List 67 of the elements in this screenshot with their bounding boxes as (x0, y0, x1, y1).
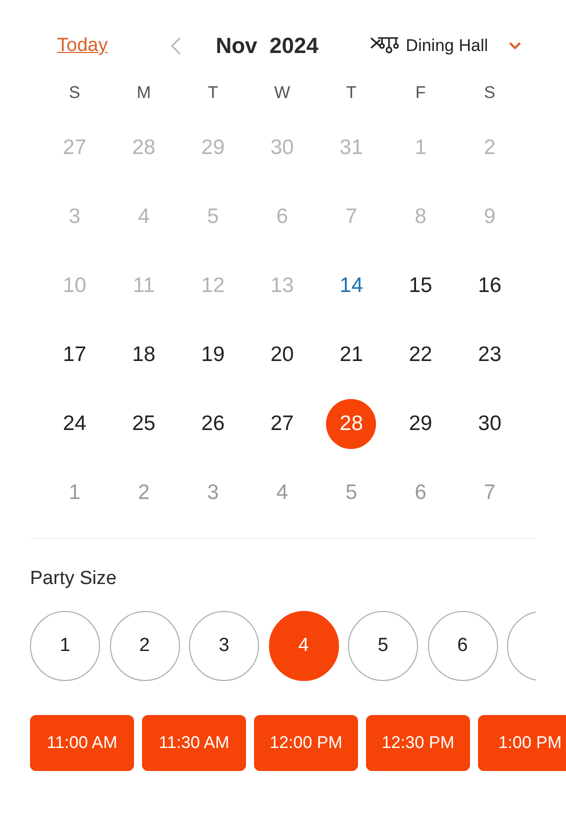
weekday-label: S (483, 82, 496, 104)
calendar-day[interactable]: 2 (118, 468, 169, 518)
calendar-day[interactable]: 13 (257, 260, 308, 310)
weekday-label: S (68, 82, 82, 104)
calendar-day[interactable]: 5 (326, 468, 376, 518)
calendar-day[interactable]: 29 (188, 122, 238, 172)
calendar-day[interactable]: 30 (257, 122, 308, 172)
calendar-day[interactable]: 8 (396, 192, 446, 242)
calendar-day[interactable]: 28 (326, 398, 376, 448)
calendar-day[interactable]: 3 (188, 468, 238, 518)
weekday-label: W (273, 82, 292, 104)
calendar-day[interactable]: 11 (118, 260, 169, 310)
weekday-label: F (414, 82, 427, 104)
calendar-day[interactable]: 19 (188, 330, 238, 380)
calendar-day[interactable]: 14 (326, 260, 376, 310)
calendar-day[interactable]: 20 (257, 330, 308, 380)
calendar-day[interactable]: 6 (396, 468, 446, 518)
calendar-day[interactable]: 16 (464, 260, 515, 310)
calendar-day[interactable]: 7 (464, 468, 515, 518)
party-size-option[interactable]: 3 (189, 611, 259, 681)
time-slot-button[interactable]: 12:00 PM (254, 715, 358, 771)
time-slot-button[interactable]: 11:30 AM (142, 715, 246, 771)
calendar-day[interactable]: 9 (464, 192, 515, 242)
calendar-day[interactable]: 3 (50, 192, 100, 242)
calendar-day[interactable]: 10 (50, 260, 100, 310)
previous-month-button[interactable] (170, 36, 182, 56)
calendar-day[interactable]: 24 (50, 398, 100, 448)
calendar-day[interactable]: 17 (50, 330, 100, 380)
party-size-label: Party Size (30, 568, 118, 590)
lamp-icon (370, 36, 400, 56)
venue-dropdown[interactable]: Dining Hall (370, 36, 522, 56)
calendar-day[interactable]: 5 (188, 192, 238, 242)
weekday-label: M (136, 82, 152, 104)
party-size-option[interactable]: 5 (348, 611, 418, 681)
calendar-day[interactable]: 29 (396, 398, 446, 448)
today-link[interactable]: Today (57, 35, 108, 57)
calendar-day[interactable]: 28 (118, 122, 169, 172)
time-slot-button[interactable]: 1:00 PM (478, 715, 566, 771)
weekday-label: T (345, 82, 358, 104)
calendar-day[interactable]: 21 (326, 330, 376, 380)
calendar-day[interactable]: 7 (326, 192, 376, 242)
calendar-day[interactable]: 25 (118, 398, 169, 448)
calendar-day[interactable]: 22 (396, 330, 446, 380)
time-slot-button[interactable]: 11:00 AM (30, 715, 134, 771)
weekday-label: T (206, 82, 220, 104)
calendar-day[interactable]: 12 (188, 260, 238, 310)
calendar-day[interactable]: 18 (118, 330, 169, 380)
calendar-day[interactable]: 15 (396, 260, 446, 310)
calendar-day[interactable]: 4 (257, 468, 308, 518)
calendar-day[interactable]: 30 (464, 398, 515, 448)
time-slot-button[interactable]: 12:30 PM (366, 715, 470, 771)
party-size-option[interactable]: 4 (268, 611, 338, 681)
calendar-day[interactable]: 31 (326, 122, 376, 172)
party-size-option[interactable]: 6 (428, 611, 498, 681)
calendar-day[interactable]: 1 (396, 122, 446, 172)
calendar-day[interactable]: 2 (464, 122, 515, 172)
calendar-day[interactable]: 1 (50, 468, 100, 518)
calendar-day[interactable]: 27 (257, 398, 308, 448)
calendar-day[interactable]: 23 (464, 330, 515, 380)
party-size-option[interactable]: 2 (110, 611, 180, 681)
calendar-day[interactable]: 27 (50, 122, 100, 172)
calendar-day[interactable]: 4 (118, 192, 169, 242)
chevron-down-icon (508, 41, 522, 51)
calendar-day[interactable]: 26 (188, 398, 238, 448)
month-title: Nov 2024 (216, 33, 318, 59)
calendar-day[interactable]: 6 (257, 192, 308, 242)
party-size-option[interactable]: 1 (30, 611, 100, 681)
